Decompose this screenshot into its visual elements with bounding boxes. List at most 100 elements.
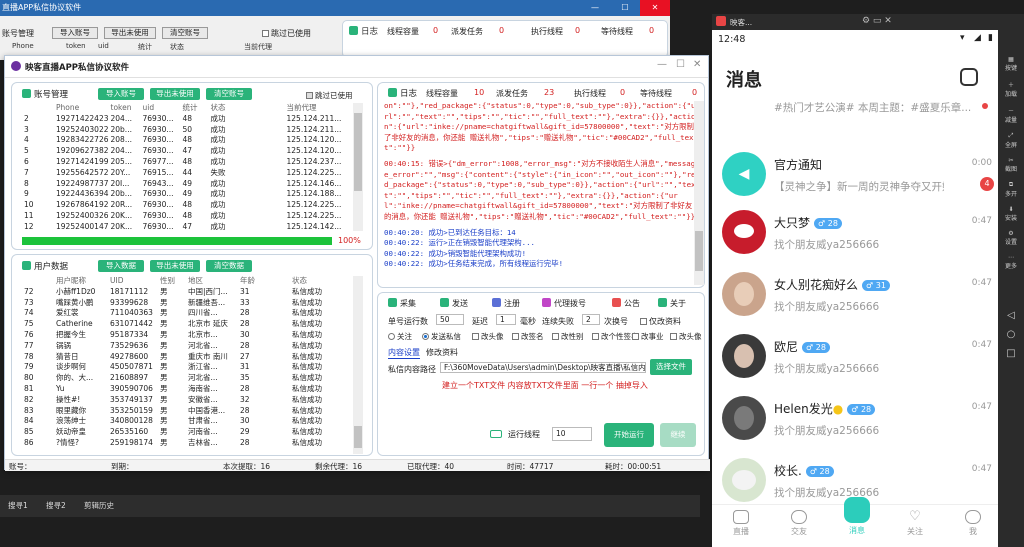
table-row[interactable]: 2 19271422423 204... 76930... 48 成功 125.124.21… [22,114,362,125]
side-tool[interactable]: ⋯ 更多 [998,254,1024,270]
side-tool[interactable]: ▦ 按键 [998,56,1024,72]
table-row[interactable]: 75 Catherine 631071442 男 北京市 延庆 28 私信成功 [22,319,362,330]
log-scrollbar[interactable] [694,101,704,285]
table-row[interactable]: 78 猜昔日 49278600 男 重庆市 南川 27 私信成功 [22,352,362,363]
table-row[interactable]: 10 19267864192 20R... 76930... 48 成功 125.124.2… [22,200,362,211]
table-row[interactable]: 73 嘴踩黄小鹏 93399628 男 新疆维吾... 33 私信成功 [22,298,362,309]
table-row[interactable]: 4 19283422726 208... 76930... 48 成功 125.124.12… [22,135,362,146]
bg-clear-button[interactable]: 清空账号 [162,27,208,39]
minimize-icon[interactable]: — [580,0,610,16]
follow-radio[interactable]: 关注 [388,331,412,342]
tab-notice[interactable]: 公告 [612,298,640,309]
table-row[interactable]: 76 把握今生 95187334 男 北京市... 30 私信成功 [22,330,362,341]
send-message-radio[interactable]: 发送私信 [422,331,461,342]
side-tool[interactable]: ⚙ 设置 [998,230,1024,246]
delay-input[interactable]: 1 [496,314,516,325]
table-row[interactable]: 80 你的、大... 21608897 男 河北省... 35 私信成功 [22,373,362,384]
maximize-icon[interactable]: ☐ [610,0,640,16]
account-scrollbar[interactable] [353,103,363,231]
maximize-icon[interactable]: ☐ [676,59,685,70]
change-gender-checkbox[interactable]: 改性别 [552,331,584,342]
table-row[interactable]: 86 ?情怪? 259198174 男 吉林省... 28 私信成功 [22,438,362,449]
scroll-thumb[interactable] [354,113,362,191]
import-data-button[interactable]: 导入数据 [98,260,144,272]
bg-skip-used-checkbox[interactable]: 跳过已使用 [262,28,311,39]
table-row[interactable]: 3 19252403022 20b... 76930... 50 成功 125.124.21… [22,125,362,136]
side-tool[interactable]: －减量 [998,106,1024,124]
table-row[interactable]: 7 19255642572 20Y... 76915... 44 失败 125.124.22… [22,168,362,179]
recent-icon[interactable]: □ [998,348,1024,359]
table-row[interactable]: 5 19209627382 204... 76930... 47 成功 125.124.12… [22,146,362,157]
chat-item[interactable]: 女人别花痴好么 ♂ 31 找个朋友威ya256666 0:47 [712,264,1002,326]
table-row[interactable]: 11 19252400326 20K... 76930... 48 成功 125.124.2… [22,211,362,222]
continue-button[interactable]: 继续 [660,423,696,447]
nav-me[interactable]: 我 [944,505,1002,537]
table-row[interactable]: 85 妖动帝皇 26535160 男 河南省... 29 私信成功 [22,427,362,438]
side-tool[interactable]: ⧉ 多开 [998,181,1024,198]
minimize-icon[interactable]: — [657,59,667,70]
bg-import-button[interactable]: 导入账号 [52,27,98,39]
banner-text[interactable]: #热门才艺公演# 本周主题：#盛夏乐章... [774,100,984,115]
table-row[interactable]: 74 爱红裳 711040363 男 四川省... 28 私信成功 [22,308,362,319]
fail-input[interactable]: 2 [582,314,600,325]
threads-input[interactable]: 10 [552,427,592,441]
side-tool[interactable]: ✂ 截图 [998,157,1024,173]
taskbar-tab[interactable]: 搜寻2 [46,500,66,511]
content-settings-tab[interactable]: 内容设置 [388,347,420,359]
taskbar-tab[interactable]: 剪辑历史 [84,500,114,511]
table-row[interactable]: 8 19224987737 20I... 76943... 49 成功 125.124.14… [22,179,362,190]
close-icon[interactable]: ✕ [640,0,670,16]
scroll-thumb[interactable] [354,426,362,448]
user-scrollbar[interactable] [353,276,363,454]
tab-register[interactable]: 注册 [492,298,520,309]
home-icon[interactable]: ○ [998,329,1024,340]
edit-profile-tab[interactable]: 修改资料 [426,347,458,358]
nav-follow[interactable]: ♡ 关注 [886,505,944,537]
modify-only-checkbox[interactable]: 仅改资料 [640,316,681,327]
tab-proxy-dial[interactable]: 代理拨号 [542,298,586,309]
nav-friends[interactable]: 交友 [770,505,828,537]
table-row[interactable]: 83 眼里藏你 353250159 男 中国香港... 28 私信成功 [22,406,362,417]
change-bg-checkbox[interactable]: 改头像 [670,331,702,342]
chat-item-official[interactable]: ◀ 官方通知 【灵神之争】新一周的灵神争夺又开始... 0:00 4 [712,144,1002,206]
export-unused-button[interactable]: 导出未使用 [150,88,200,100]
import-accounts-button[interactable]: 导入账号 [98,88,144,100]
table-row[interactable]: 81 Yu 390590706 男 海南省... 28 私信成功 [22,384,362,395]
start-button[interactable]: 开始运行 [604,423,654,447]
table-row[interactable]: 79 谈步啊何 450507871 男 浙江省... 31 私信成功 [22,362,362,373]
nav-messages[interactable]: 消息 [828,497,886,536]
skip-used-checkbox[interactable]: 跳过已使用 [306,90,353,101]
side-tool[interactable]: ＋加载 [998,80,1024,98]
clear-accounts-button[interactable]: 清空账号 [206,88,252,100]
back-icon[interactable]: ◁ [998,310,1024,321]
contacts-icon[interactable] [960,68,978,86]
content-path-input[interactable]: F:\360MoveData\Users\admin\Desktop\映客直播\… [440,362,646,373]
chat-item[interactable]: 大只梦 ♂ 28 找个朋友威ya256666 0:47 [712,202,1002,264]
table-row[interactable]: 6 19271424199 205... 76977... 48 成功 125.124.23… [22,157,362,168]
change-avatar-checkbox[interactable]: 改头像 [472,331,504,342]
export-unused-data-button[interactable]: 导出未使用 [150,260,200,272]
tab-about[interactable]: 关于 [658,298,686,309]
tab-collect[interactable]: 采集 [388,298,416,309]
side-tool[interactable]: ⬇ 安装 [998,206,1024,222]
tab-send[interactable]: 发送 [440,298,468,309]
table-row[interactable]: 12 19252400147 20K... 76930... 47 成功 125.124.1… [22,222,362,233]
table-row[interactable]: 9 19224436394 20b... 76930... 49 成功 125.124.18… [22,189,362,200]
bg-export-button[interactable]: 导出未使用 [104,27,156,39]
table-row[interactable]: 77 锅锅 73529636 男 河北省... 28 私信成功 [22,341,362,352]
chat-item[interactable]: 欧尼 ♂ 28 找个朋友威ya256666 0:47 [712,326,1002,388]
emulator-controls[interactable]: ⚙ ▭ ✕ [862,16,892,26]
scroll-thumb[interactable] [695,231,703,271]
single-count-input[interactable]: 50 [436,314,464,325]
choose-file-button[interactable]: 选择文件 [650,359,692,375]
change-name-checkbox[interactable]: 改签名 [512,331,544,342]
change-job-checkbox[interactable]: 改事业 [632,331,664,342]
table-row[interactable]: 72 小赫ff1Dz0 18171112 男 中国|西门... 31 私信成功 [22,287,362,298]
clear-data-button[interactable]: 清空数据 [206,260,252,272]
nav-live[interactable]: 直播 [712,505,770,537]
table-row[interactable]: 82 操性#! 353749137 男 安徽省... 32 私信成功 [22,395,362,406]
table-row[interactable]: 84 浪荡绅士 340800128 男 甘肃省... 30 私信成功 [22,416,362,427]
chat-item[interactable]: Helen发光● ♂ 28 找个朋友威ya256666 0:47 [712,388,1002,450]
taskbar-tab[interactable]: 搜寻1 [8,500,28,511]
close-icon[interactable]: ✕ [693,59,701,70]
